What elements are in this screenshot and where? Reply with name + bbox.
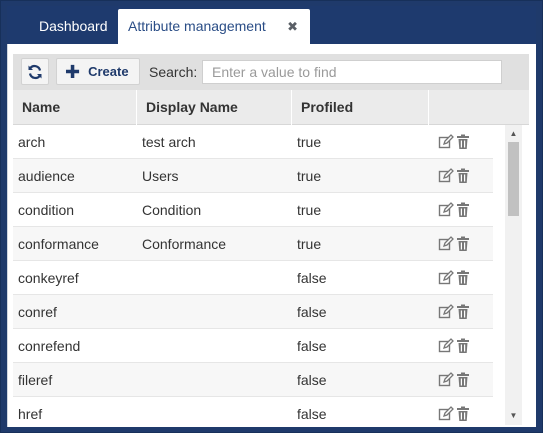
app-window: Dashboard Attribute management ✖ ✚ Creat… [0, 0, 543, 433]
edit-icon[interactable] [438, 372, 454, 388]
cell-name: condition [18, 202, 75, 218]
trash-icon[interactable] [456, 236, 470, 252]
row-actions [438, 295, 478, 329]
main-panel: ✚ Create Search: Name Display Name Profi… [7, 44, 536, 427]
row-actions [438, 329, 478, 363]
scroll-down-arrow-icon[interactable]: ▼ [505, 409, 522, 423]
trash-icon[interactable] [456, 168, 470, 184]
column-header-actions [429, 90, 529, 125]
edit-icon[interactable] [438, 406, 454, 422]
table-row[interactable]: audience Users true [13, 159, 493, 193]
row-actions [438, 159, 478, 193]
edit-icon[interactable] [438, 202, 454, 218]
tab-bar: Dashboard Attribute management ✖ [7, 6, 536, 44]
table-row[interactable]: conrefend false [13, 329, 493, 363]
attributes-table: Name Display Name Profiled arch test arch… [13, 90, 529, 427]
cell-profiled: true [297, 134, 322, 150]
cell-display-name: Condition [142, 202, 202, 218]
cell-display-name [137, 363, 292, 397]
cell-name: audience [18, 168, 75, 184]
cell-profiled: false [297, 372, 327, 388]
search-input[interactable] [202, 60, 502, 84]
table-row[interactable]: conkeyref false [13, 261, 493, 295]
edit-icon[interactable] [438, 304, 454, 320]
table-header: Name Display Name Profiled [13, 90, 529, 125]
create-button[interactable]: ✚ Create [56, 58, 140, 85]
trash-icon[interactable] [456, 338, 470, 354]
close-icon[interactable]: ✖ [287, 9, 298, 44]
edit-icon[interactable] [438, 236, 454, 252]
row-actions [438, 397, 478, 427]
cell-display-name: Conformance [142, 236, 227, 252]
edit-icon[interactable] [438, 270, 454, 286]
plus-icon: ✚ [65, 61, 81, 82]
trash-icon[interactable] [456, 304, 470, 320]
tab-attribute-management[interactable]: Attribute management ✖ [118, 9, 310, 44]
cell-name: conrefend [18, 338, 81, 354]
row-actions [438, 227, 478, 261]
edit-icon[interactable] [438, 338, 454, 354]
cell-profiled: true [297, 202, 322, 218]
trash-icon[interactable] [456, 406, 470, 422]
table-row[interactable]: fileref false [13, 363, 493, 397]
trash-icon[interactable] [456, 372, 470, 388]
search-label: Search: [149, 64, 198, 80]
toolbar: ✚ Create Search: [13, 54, 529, 90]
table-row[interactable]: condition Condition true [13, 193, 493, 227]
cell-profiled: true [297, 168, 322, 184]
tab-label: Attribute management [128, 18, 266, 34]
trash-icon[interactable] [456, 202, 470, 218]
scroll-up-arrow-icon[interactable]: ▲ [505, 127, 522, 141]
table-body: arch test arch true audience Users true condit… [13, 125, 493, 427]
edit-icon[interactable] [438, 168, 454, 184]
cell-profiled: false [297, 304, 327, 320]
create-label: Create [88, 64, 129, 79]
cell-display-name: test arch [142, 134, 196, 150]
trash-icon[interactable] [456, 270, 470, 286]
column-header-name[interactable]: Name [13, 90, 137, 125]
cell-display-name [137, 397, 292, 427]
refresh-icon [28, 64, 42, 79]
cell-display-name [137, 295, 292, 329]
table-row[interactable]: conref false [13, 295, 493, 329]
cell-display-name [137, 329, 292, 363]
cell-profiled: true [297, 236, 322, 252]
table-row[interactable]: conformance Conformance true [13, 227, 493, 261]
trash-icon[interactable] [456, 134, 470, 150]
column-header-profiled[interactable]: Profiled [292, 90, 429, 125]
table-row[interactable]: href false [13, 397, 493, 427]
refresh-button[interactable] [21, 58, 49, 85]
row-actions [438, 125, 478, 159]
cell-profiled: false [297, 406, 327, 422]
cell-profiled: false [297, 270, 327, 286]
scroll-thumb[interactable] [508, 142, 519, 216]
cell-name: href [18, 406, 43, 422]
cell-name: conformance [18, 236, 99, 252]
cell-name: fileref [18, 372, 53, 388]
row-actions [438, 193, 478, 227]
cell-display-name [137, 261, 292, 295]
cell-name: conref [18, 304, 57, 320]
cell-profiled: false [297, 338, 327, 354]
cell-name: arch [18, 134, 46, 150]
vertical-scrollbar[interactable]: ▲ ▼ [505, 125, 522, 425]
row-actions [438, 363, 478, 397]
cell-name: conkeyref [18, 270, 79, 286]
tab-dashboard[interactable]: Dashboard [25, 9, 122, 44]
cell-display-name: Users [142, 168, 179, 184]
edit-icon[interactable] [438, 134, 454, 150]
column-header-display-name[interactable]: Display Name [137, 90, 292, 125]
row-actions [438, 261, 478, 295]
table-row[interactable]: arch test arch true [13, 125, 493, 159]
